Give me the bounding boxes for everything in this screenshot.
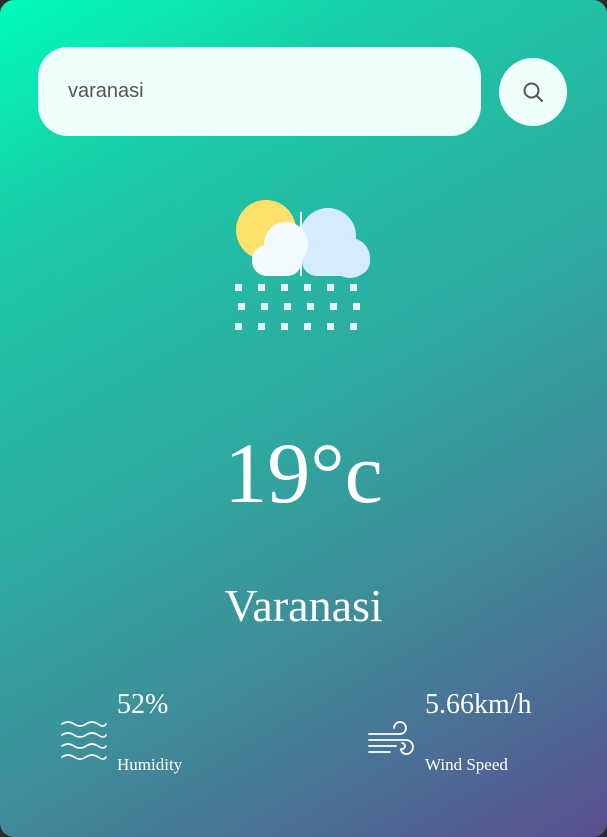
rain-sun-cloud-icon xyxy=(235,200,370,330)
wind-icon xyxy=(368,721,414,755)
temperature: 19°c xyxy=(224,425,383,521)
weather-card: 19°c Varanasi 52% Humidity 5.66km/h Wind… xyxy=(0,0,607,837)
search-input[interactable] xyxy=(66,79,453,104)
wind-speed-value: 5.66km/h xyxy=(425,689,532,720)
search-icon xyxy=(523,82,543,102)
humidity-waves-icon xyxy=(61,721,107,760)
search-box[interactable] xyxy=(38,47,481,136)
wind-speed-label: Wind Speed xyxy=(425,755,508,774)
search-button[interactable] xyxy=(499,58,567,126)
humidity-value: 52% xyxy=(117,689,169,720)
city-name: Varanasi xyxy=(224,580,383,631)
humidity-label: Humidity xyxy=(117,755,183,774)
